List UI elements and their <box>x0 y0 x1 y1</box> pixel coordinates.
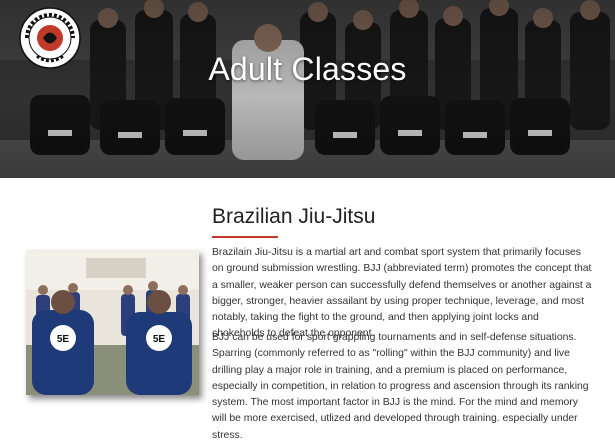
hero-banner: Adult Classes <box>0 0 615 178</box>
hero-overlay <box>0 0 615 178</box>
training-photo: 5E 5E <box>26 250 199 395</box>
paragraph-details: BJJ can be used for sport grappling tour… <box>212 332 589 441</box>
page-title: Adult Classes <box>208 51 407 88</box>
paragraph-intro: Brazilain Jiu-Jitsu is a martial art and… <box>212 247 592 340</box>
svg-text:5E: 5E <box>153 334 166 345</box>
title-underline <box>212 236 278 238</box>
svg-text:5E: 5E <box>57 334 70 345</box>
section-title: Brazilian Jiu-Jitsu <box>212 205 376 228</box>
bjj-photo: 5E 5E <box>26 250 199 395</box>
main-content: Brazilian Jiu-Jitsu 5E 5E Brazilain Jiu-… <box>0 178 615 441</box>
